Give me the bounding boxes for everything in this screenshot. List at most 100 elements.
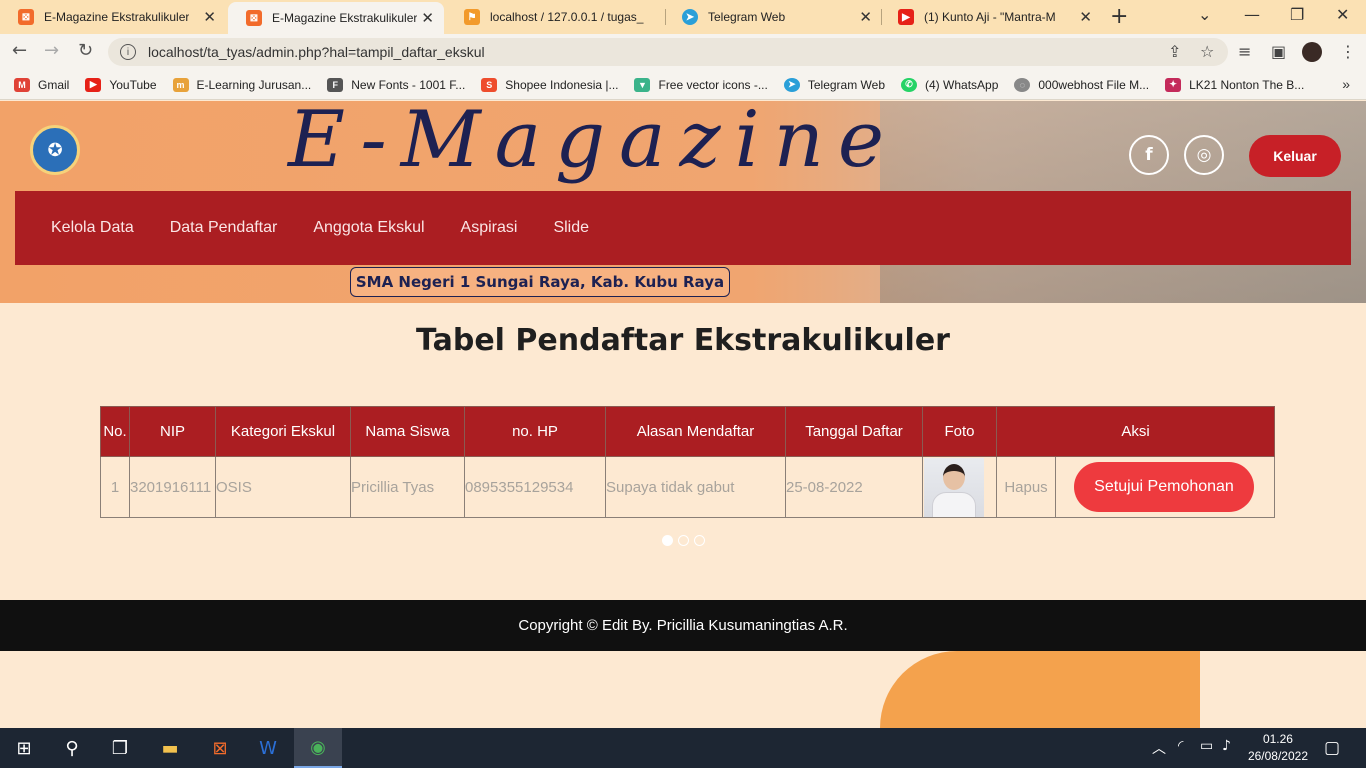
restore-icon[interactable]: ❐ [1290,5,1304,24]
bookmark-label: (4) WhatsApp [925,77,999,92]
browser-tab-active[interactable]: ⊠ E-Magazine Ekstrakulikuler ✕ [228,2,444,34]
carousel-dot[interactable] [662,535,673,546]
site-footer: Copyright © Edit By. Pricillia Kusumanin… [0,600,1366,651]
clock-time: 01.26 [1262,732,1293,746]
cell-nip: 3201916111 [129,456,216,518]
cell-hp: 0895355129534 [464,456,606,518]
nav-kelola-data[interactable]: Kelola Data [51,219,134,237]
battery-icon[interactable]: ▭ [1200,738,1213,754]
telegram-icon: ➤ [682,9,698,25]
cell-alasan: Supaya tidak gabut [605,456,786,518]
logout-button[interactable]: Keluar [1249,135,1341,177]
nav-aspirasi[interactable]: Aspirasi [461,219,518,237]
bookmark-star-icon[interactable]: ☆ [1200,42,1214,61]
address-bar[interactable]: i localhost/ta_tyas/admin.php?hal=tampil… [108,38,1228,66]
media-queue-icon[interactable]: ≡ [1238,42,1251,61]
gmail-icon: M [14,77,30,92]
youtube-icon: ▶ [85,77,102,92]
word-icon[interactable]: W [244,728,292,768]
column-header: No. [100,406,130,457]
page-title: Tabel Pendaftar Ekstrakulikuler [416,323,950,358]
new-tab-button[interactable]: + [1110,4,1128,29]
bookmark-label: E-Learning Jurusan... [196,77,312,92]
browser-tabstrip: ⊠ E-Magazine Ekstrakulikuler ✕ ⊠ E-Magaz… [0,0,1366,34]
decorative-blob [880,651,1200,728]
browser-tab[interactable]: ⚑ localhost / 127.0.0.1 / tugas_ [446,0,664,34]
back-icon[interactable]: ← [12,40,27,61]
carousel-dot[interactable] [694,535,705,546]
tab-title: Telegram Web [708,10,786,24]
bookmark-gmail[interactable]: M Gmail [14,77,69,92]
column-header: no. HP [464,406,606,457]
nav-data-pendaftar[interactable]: Data Pendaftar [170,219,278,237]
share-icon[interactable]: ⇪ [1168,42,1181,61]
school-name-badge: SMA Negeri 1 Sungai Raya, Kab. Kubu Raya [350,267,730,297]
side-panel-icon[interactable]: ▣ [1271,42,1286,61]
bookmark-whatsapp[interactable]: ✆ (4) WhatsApp [901,77,999,92]
tab-search-icon[interactable]: ⌄ [1198,5,1211,24]
clock-date: 26/08/2022 [1247,749,1308,763]
cell-kategori: OSIS [215,456,351,518]
xampp-icon[interactable]: ⊠ [196,728,244,768]
tut-wuri-logo: ✪ [30,125,80,175]
registrants-table: No. NIP Kategori Ekskul Nama Siswa no. H… [100,406,1275,518]
forward-icon[interactable]: → [44,40,59,61]
window-close-icon[interactable]: ✕ [1336,5,1349,24]
reload-icon[interactable]: ↻ [78,40,93,61]
task-view-icon[interactable]: ❐ [96,728,144,768]
bookmark-webhost[interactable]: ◌ 000webhost File M... [1014,77,1149,92]
profile-avatar[interactable] [1302,42,1322,62]
bookmark-label: YouTube [109,77,157,92]
copyright-text: Copyright © Edit By. Pricillia Kusumanin… [518,617,848,634]
instagram-icon[interactable]: ◎ [1184,135,1224,175]
site-brand: E-Magazine [288,101,898,185]
file-explorer-icon[interactable]: ▬ [146,728,194,768]
browser-tab[interactable]: ⊠ E-Magazine Ekstrakulikuler ✕ [0,0,226,34]
system-clock[interactable]: 01.26 26/08/2022 [1248,731,1308,765]
volume-icon[interactable]: ♪ [1222,738,1231,754]
elearning-icon: m [172,77,189,92]
tab-title: (1) Kunto Aji - "Mantra-M [924,10,1056,24]
bookmark-youtube[interactable]: ▶ YouTube [85,77,157,92]
bookmark-label: New Fonts - 1001 F... [351,77,466,92]
xampp-icon: ⊠ [18,9,34,25]
facebook-icon[interactable]: f [1129,135,1169,175]
windows-start-icon[interactable]: ⊞ [0,728,48,768]
chrome-icon[interactable]: ◉ [294,728,342,768]
table-row: 1 3201916111 OSIS Pricillia Tyas 0895355… [100,456,1275,518]
bookmark-lk21[interactable]: ✦ LK21 Nonton The B... [1165,77,1304,92]
menu-kebab-icon[interactable]: ⋮ [1340,42,1356,61]
close-tab-icon[interactable]: ✕ [1079,8,1092,26]
bookmark-shopee[interactable]: S Shopee Indonesia |... [481,77,619,92]
wifi-icon[interactable]: ◜ [1178,738,1183,754]
site-info-icon[interactable]: i [120,44,136,60]
cell-nama: Pricillia Tyas [350,456,465,518]
bookmark-label: Free vector icons -... [658,77,768,92]
bookmark-elearning[interactable]: m E-Learning Jurusan... [172,77,312,92]
bookmarks-overflow-icon[interactable]: » [1342,76,1350,92]
search-icon[interactable]: ⚲ [48,728,96,768]
nav-anggota-ekskul[interactable]: Anggota Ekskul [313,219,424,237]
approve-button[interactable]: Setujui Pemohonan [1074,462,1254,512]
bookmark-label: Shopee Indonesia |... [505,77,619,92]
browser-tab[interactable]: ▶ (1) Kunto Aji - "Mantra-M ✕ [880,0,1102,34]
minimize-icon[interactable]: — [1244,5,1260,24]
notification-icon[interactable]: ▢ [1324,738,1340,758]
bookmark-fonts[interactable]: F New Fonts - 1001 F... [327,77,466,92]
column-header: Alasan Mendaftar [605,406,786,457]
xampp-icon: ⊠ [246,10,262,26]
delete-link[interactable]: Hapus [996,456,1056,518]
column-header: Tanggal Daftar [785,406,923,457]
browser-tab[interactable]: ➤ Telegram Web ✕ [664,0,882,34]
student-photo [924,457,984,517]
bookmark-telegram[interactable]: ➤ Telegram Web [783,77,885,92]
nav-slide[interactable]: Slide [553,219,589,237]
bookmark-vector[interactable]: ▼ Free vector icons -... [634,77,768,92]
telegram-icon: ➤ [783,77,800,92]
tray-chevron-icon[interactable]: ︿ [1152,738,1166,758]
carousel-dot[interactable] [678,535,689,546]
close-tab-icon[interactable]: ✕ [203,8,216,26]
close-tab-icon[interactable]: ✕ [859,8,872,26]
phpmyadmin-icon: ⚑ [464,9,480,25]
close-tab-icon[interactable]: ✕ [421,9,434,27]
